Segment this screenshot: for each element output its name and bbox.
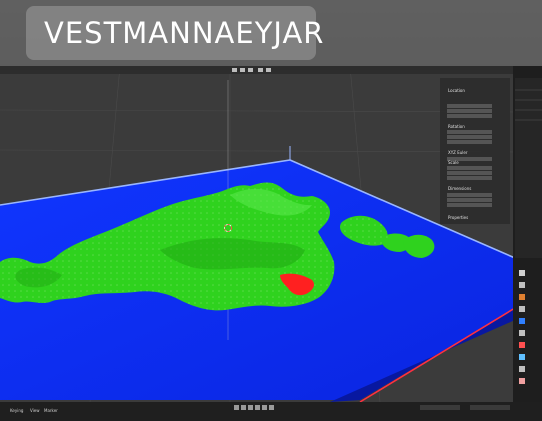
monitor-photo <box>0 0 542 421</box>
timeline-keying-menu[interactable]: Keying <box>10 408 23 413</box>
n-panel-properties-label: Properties <box>448 215 469 220</box>
outliner <box>515 78 542 258</box>
n-panel-rotation-label: Rotation <box>448 124 465 129</box>
timeline-marker-menu[interactable]: Marker <box>44 408 58 413</box>
photo-scene: Location Rotation XYZ Euler Scale Dimens… <box>0 0 542 421</box>
timeline-bar <box>0 402 542 421</box>
timeline-view-menu[interactable]: View <box>30 408 40 413</box>
timeline-field <box>420 405 460 410</box>
n-panel-location-label: Location <box>448 88 465 93</box>
viewport-header <box>0 66 515 74</box>
n-panel-euler-label: XYZ Euler <box>448 150 468 155</box>
location-label: VESTMANNAEYJAR <box>44 16 325 50</box>
n-panel-dimensions-label: Dimensions <box>448 186 472 191</box>
timeline-field-2 <box>470 405 510 410</box>
n-panel-scale-label: Scale <box>448 160 459 165</box>
location-sticker[interactable]: VESTMANNAEYJAR <box>26 6 323 60</box>
